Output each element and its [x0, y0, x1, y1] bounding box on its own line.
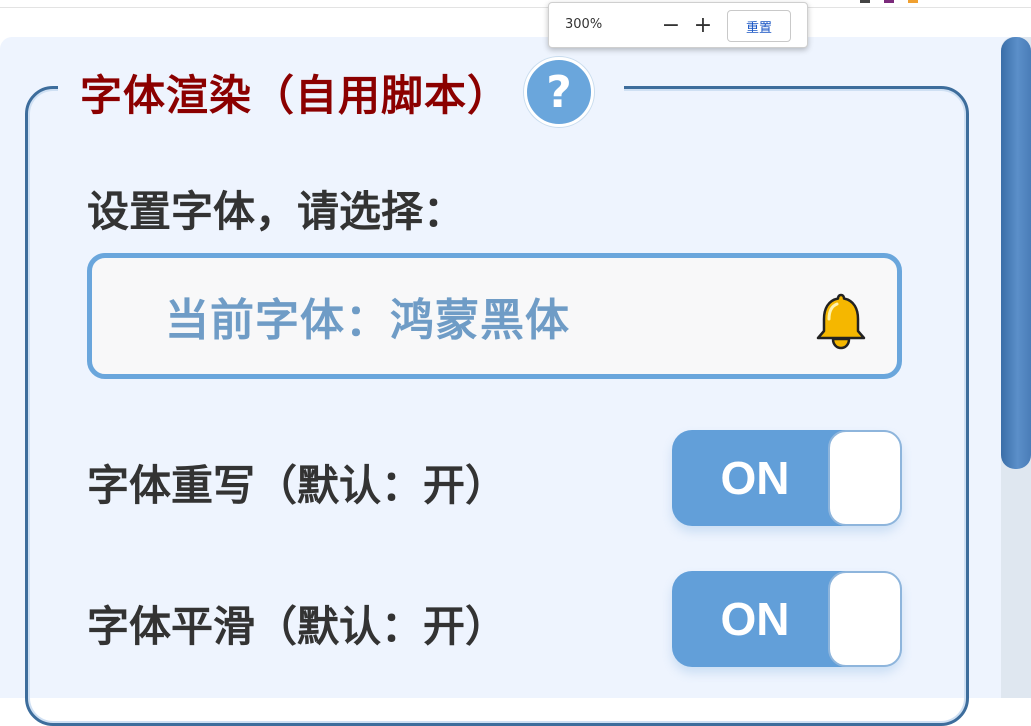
- font-rewrite-toggle[interactable]: ON: [672, 430, 902, 526]
- font-smoothing-toggle[interactable]: ON: [672, 571, 902, 667]
- setting-label-font-rewrite: 字体重写（默认：开）: [87, 461, 508, 510]
- toggle-knob[interactable]: [828, 571, 902, 667]
- zoom-in-button[interactable]: +: [691, 12, 715, 38]
- zoom-out-button[interactable]: −: [659, 12, 683, 38]
- bell-icon[interactable]: [813, 291, 869, 351]
- zoom-level: 300%: [565, 17, 603, 32]
- current-font-text: 当前字体：鸿蒙黑体: [165, 295, 570, 346]
- extension-icon[interactable]: [908, 0, 918, 3]
- panel-title: 字体渲染（自用脚本）: [80, 70, 511, 120]
- extension-icon[interactable]: [884, 0, 894, 3]
- toggle-state-label: ON: [720, 452, 790, 504]
- zoom-reset-button[interactable]: 重置: [727, 10, 791, 42]
- font-select[interactable]: 当前字体：鸿蒙黑体: [87, 253, 902, 379]
- setting-label-font-smoothing: 字体平滑（默认：开）: [87, 602, 508, 651]
- help-glyph: ?: [546, 66, 572, 118]
- zoom-popup: 300% − + 重置: [548, 2, 808, 48]
- browser-top-bar: [0, 0, 1031, 8]
- panel-legend: 字体渲染（自用脚本） ?: [58, 52, 625, 132]
- question-circle-icon[interactable]: ?: [524, 57, 595, 127]
- toggle-state-label: ON: [720, 593, 790, 645]
- extension-icon[interactable]: [860, 0, 870, 3]
- scrollbar-thumb[interactable]: [1001, 37, 1031, 469]
- toolbar-extension-icons: [860, 0, 918, 3]
- font-select-label: 设置字体，请选择：: [87, 187, 466, 236]
- toggle-knob[interactable]: [828, 430, 902, 526]
